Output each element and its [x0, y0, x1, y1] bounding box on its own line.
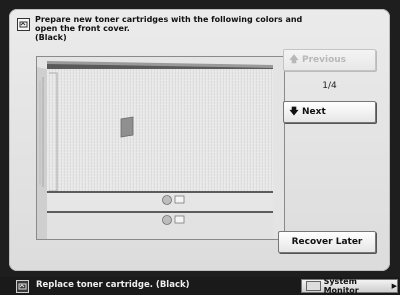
system-monitor-label: System Monitor — [323, 277, 359, 295]
previous-button[interactable]: 🡅 Previous — [283, 49, 376, 71]
status-message-icon — [16, 280, 29, 293]
instruction-message: Prepare new toner cartridges with the fo… — [35, 15, 303, 42]
printer-front-cover-illustration — [36, 56, 285, 240]
arrow-down-icon: 🡇 — [289, 107, 299, 117]
system-monitor-button[interactable]: System Monitor ▶ — [301, 277, 398, 295]
monitor-icon — [306, 281, 321, 291]
recover-later-button[interactable]: Recover Later — [278, 231, 376, 253]
status-message: Replace toner cartridge. (Black) — [36, 280, 190, 290]
previous-button-label: Previous — [302, 55, 347, 65]
chevron-right-icon: ▶ — [391, 282, 397, 290]
dialog-panel: Prepare new toner cartridges with the fo… — [9, 9, 390, 271]
next-button[interactable]: 🡇 Next — [283, 101, 376, 123]
next-button-label: Next — [302, 107, 326, 117]
message-icon — [17, 18, 30, 31]
status-bar: Replace toner cartridge. (Black) System … — [0, 277, 400, 295]
arrow-up-icon: 🡅 — [289, 55, 299, 65]
screen: Prepare new toner cartridges with the fo… — [0, 0, 400, 295]
page-indicator: 1/4 — [322, 81, 337, 91]
recover-later-label: Recover Later — [291, 237, 363, 247]
